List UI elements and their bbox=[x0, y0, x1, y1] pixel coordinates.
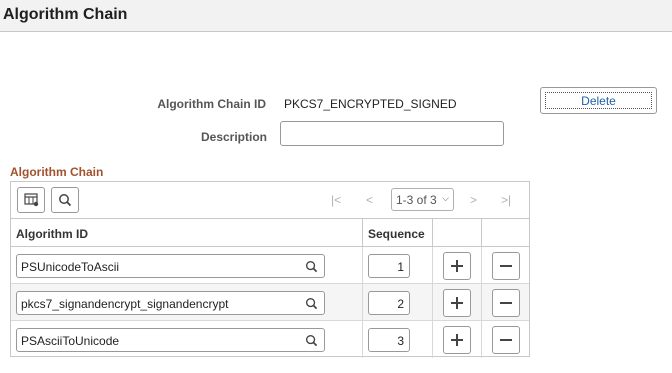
column-header-sequence: Sequence bbox=[363, 219, 433, 247]
next-page-icon[interactable]: > bbox=[470, 193, 477, 207]
plus-icon bbox=[451, 334, 463, 346]
table-row: PSAsciiToUnicode 3 bbox=[11, 321, 529, 358]
delete-row-button[interactable] bbox=[492, 252, 520, 280]
add-row-button[interactable] bbox=[443, 252, 471, 280]
delete-button[interactable]: Delete bbox=[540, 87, 657, 114]
column-header-add bbox=[433, 219, 482, 247]
sequence-value: 1 bbox=[397, 260, 404, 274]
plus-icon bbox=[451, 297, 463, 309]
sequence-value: 2 bbox=[397, 297, 404, 311]
pager-range: 1-3 of 3 bbox=[396, 193, 437, 207]
algorithm-id-input[interactable]: PSAsciiToUnicode bbox=[16, 328, 325, 352]
column-header-algorithm-id-label: Algorithm ID bbox=[16, 227, 88, 241]
search-icon[interactable] bbox=[305, 334, 318, 347]
grid-title: Algorithm Chain bbox=[10, 165, 104, 179]
plus-icon bbox=[451, 260, 463, 272]
add-row-button[interactable] bbox=[443, 326, 471, 354]
title-bar: Algorithm Chain bbox=[0, 0, 672, 32]
table-row: PSUnicodeToAscii 1 bbox=[11, 247, 529, 284]
search-icon[interactable] bbox=[305, 260, 318, 273]
add-row-button[interactable] bbox=[443, 289, 471, 317]
previous-page-icon[interactable]: < bbox=[366, 193, 373, 207]
chevron-down-icon: ⌵ bbox=[442, 193, 449, 203]
chain-id-value: PKCS7_ENCRYPTED_SIGNED bbox=[284, 97, 457, 111]
algorithm-chain-grid: |< < 1-3 of 3 ⌵ > >| Algorithm ID Sequen… bbox=[10, 181, 530, 358]
minus-icon bbox=[500, 302, 512, 304]
personalize-button[interactable] bbox=[17, 187, 45, 213]
chain-id-label: Algorithm Chain ID bbox=[157, 97, 266, 111]
minus-icon bbox=[500, 339, 512, 341]
algorithm-id-value: pkcs7_signandencrypt_signandencrypt bbox=[21, 297, 229, 311]
delete-button-label: Delete bbox=[545, 92, 652, 109]
grid-personalize-icon bbox=[24, 193, 39, 207]
minus-icon bbox=[500, 265, 512, 267]
sequence-input[interactable]: 2 bbox=[368, 291, 410, 315]
delete-row-button[interactable] bbox=[492, 326, 520, 354]
grid-toolbar: |< < 1-3 of 3 ⌵ > >| bbox=[11, 182, 529, 219]
description-input[interactable] bbox=[280, 121, 504, 146]
algorithm-id-input[interactable]: PSUnicodeToAscii bbox=[16, 254, 325, 278]
table-row: pkcs7_signandencrypt_signandencrypt 2 bbox=[11, 284, 529, 321]
search-icon bbox=[59, 194, 72, 207]
search-icon[interactable] bbox=[305, 297, 318, 310]
last-page-icon[interactable]: >| bbox=[501, 193, 511, 207]
first-page-icon[interactable]: |< bbox=[331, 193, 341, 207]
sequence-input[interactable]: 3 bbox=[368, 328, 410, 352]
find-button[interactable] bbox=[51, 187, 79, 213]
sequence-input[interactable]: 1 bbox=[368, 254, 410, 278]
algorithm-id-value: PSUnicodeToAscii bbox=[21, 260, 120, 274]
sequence-value: 3 bbox=[397, 334, 404, 348]
description-label: Description bbox=[200, 130, 267, 144]
column-header-algorithm-id: Algorithm ID bbox=[11, 219, 363, 247]
algorithm-id-input[interactable]: pkcs7_signandencrypt_signandencrypt bbox=[16, 291, 325, 315]
delete-row-button[interactable] bbox=[492, 289, 520, 317]
page-title: Algorithm Chain bbox=[3, 6, 128, 23]
column-header-sequence-label: Sequence bbox=[368, 227, 425, 241]
algorithm-id-value: PSAsciiToUnicode bbox=[21, 334, 120, 348]
pager-select[interactable]: 1-3 of 3 ⌵ bbox=[391, 188, 454, 211]
column-header-remove bbox=[482, 219, 529, 247]
